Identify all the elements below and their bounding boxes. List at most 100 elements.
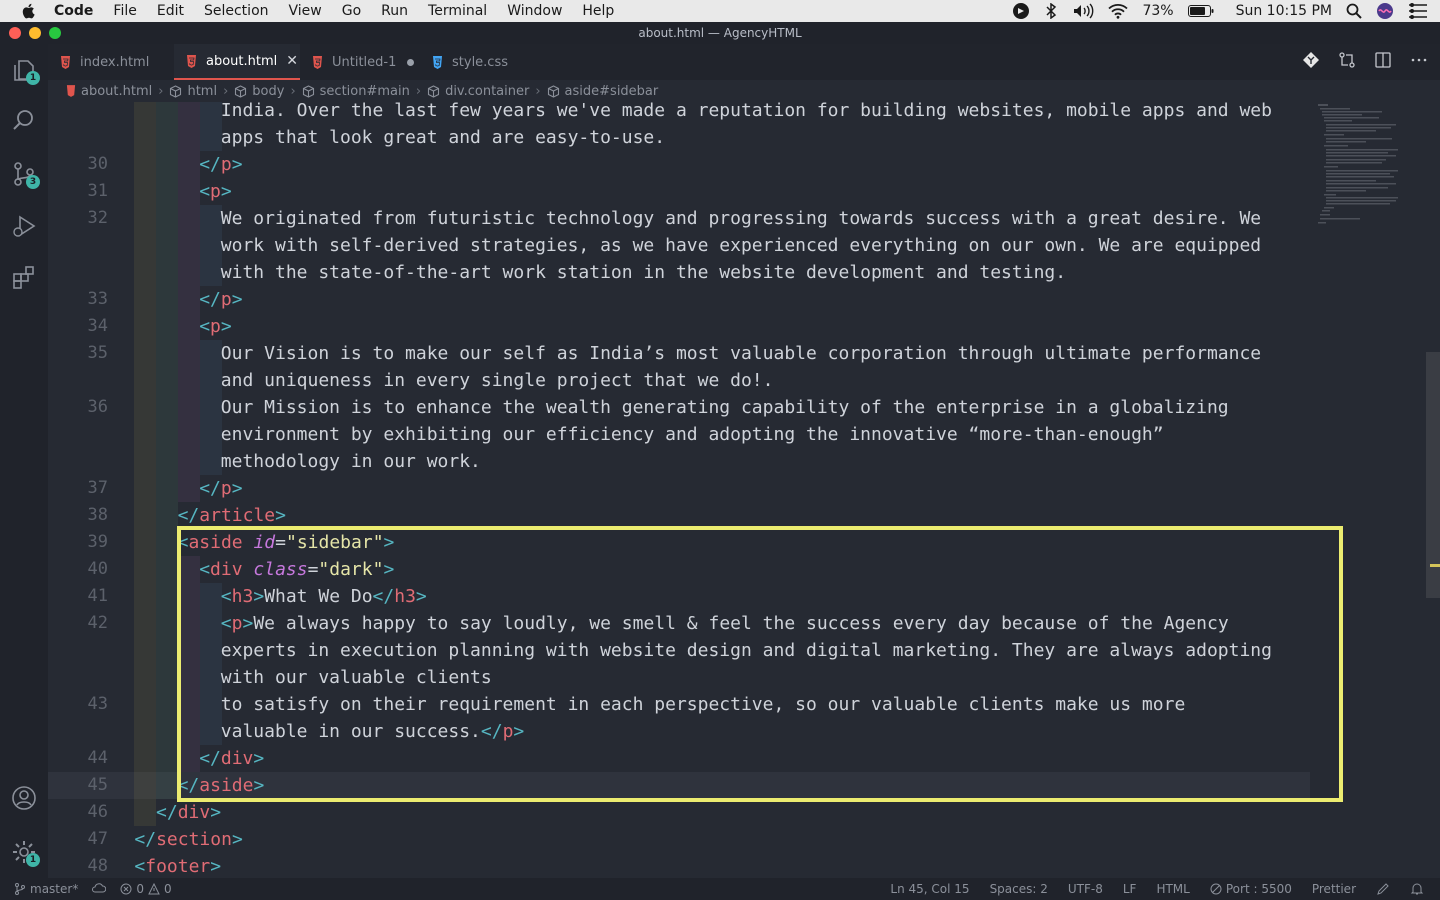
cursor-position[interactable]: Ln 45, Col 15 [890, 882, 969, 896]
menu-view[interactable]: View [289, 0, 322, 22]
breadcrumb-body[interactable]: body [234, 84, 284, 99]
live-server-status[interactable]: Port : 5500 [1210, 882, 1292, 896]
code-line[interactable]: 30 </p> [48, 151, 1310, 178]
minimap[interactable] [1316, 102, 1428, 242]
line-number: 43 [87, 694, 108, 714]
manage-settings-button[interactable]: 1 [0, 830, 48, 874]
code-line[interactable]: 48 <footer> [48, 853, 1310, 878]
line-number: 42 [87, 613, 108, 633]
run-debug-icon [13, 215, 36, 237]
compare-changes-icon[interactable] [1338, 51, 1356, 73]
line-endings[interactable]: LF [1123, 882, 1137, 896]
zoom-window-button[interactable] [49, 27, 61, 39]
siri-icon[interactable] [1376, 2, 1394, 20]
battery-icon[interactable] [1187, 5, 1214, 17]
menu-window[interactable]: Window [507, 0, 562, 22]
indent-guide [178, 394, 200, 421]
code-line[interactable]: 36 Our Mission is to enhance the wealth g… [48, 394, 1310, 421]
breadcrumb-section-main[interactable]: section#main [302, 84, 410, 99]
close-window-button[interactable] [9, 27, 21, 39]
code-line[interactable]: 35 Our Vision is to make our self as Indi… [48, 340, 1310, 367]
search-button[interactable] [0, 98, 48, 142]
timer-icon[interactable] [1012, 2, 1030, 20]
code-line[interactable]: 32 We originated from futuristic technolo… [48, 205, 1310, 232]
code-line[interactable]: environment by exhibiting our efficiency… [48, 421, 1310, 448]
explorer-button[interactable]: 1 [0, 48, 48, 92]
indent-guide [156, 583, 178, 610]
tab-untitled-1[interactable]: Untitled-1 [300, 44, 420, 80]
extensions-button[interactable] [0, 256, 48, 300]
git-open-changes-icon[interactable] [1302, 51, 1320, 73]
code-editor[interactable]: India. Over the last few years we've mad… [48, 102, 1440, 878]
control-center-icon[interactable] [1408, 3, 1428, 19]
line-code: </p> [199, 154, 243, 175]
indent-guide [156, 448, 178, 475]
code-line[interactable]: work with self-derived strategies, as we… [48, 232, 1310, 259]
code-line[interactable]: 34 <p> [48, 313, 1310, 340]
split-editor-icon[interactable] [1374, 51, 1392, 73]
menu-edit[interactable]: Edit [157, 0, 184, 22]
menu-help[interactable]: Help [582, 0, 614, 22]
language-mode[interactable]: HTML [1156, 882, 1189, 896]
line-code: </article> [177, 505, 286, 526]
tab-about-html[interactable]: about.html ✕ [174, 44, 300, 80]
code-line[interactable]: 38 </article> [48, 502, 1310, 529]
branch-status[interactable]: master* [14, 882, 78, 896]
breadcrumb-aside-sidebar[interactable]: aside#sidebar [547, 84, 658, 99]
menu-file[interactable]: File [113, 0, 136, 22]
menu-go[interactable]: Go [342, 0, 361, 22]
code-line[interactable]: 47 </section> [48, 826, 1310, 853]
chevron-right-icon: › [223, 83, 229, 99]
battery-percent[interactable]: 73% [1142, 3, 1173, 19]
unsaved-dot-icon[interactable] [407, 58, 415, 66]
code-line[interactable]: methodology in our work. [48, 448, 1310, 475]
status-bar: master* 0 0 Ln 45, Col 15 Spaces: 2 UTF-… [0, 878, 1440, 900]
sync-button[interactable] [92, 883, 107, 895]
breadcrumb-div-container[interactable]: div.container [427, 84, 529, 99]
code-line[interactable]: apps that look great and are easy-to-use… [48, 124, 1310, 151]
branch-name: master* [30, 882, 79, 896]
tab-index-html[interactable]: index.html [48, 44, 174, 80]
more-actions-icon[interactable] [1410, 51, 1428, 73]
accounts-button[interactable] [0, 776, 48, 820]
indent-guide [156, 102, 178, 124]
encoding[interactable]: UTF-8 [1068, 882, 1103, 896]
volume-icon[interactable] [1072, 3, 1094, 19]
menu-selection[interactable]: Selection [204, 0, 269, 22]
line-code: </section> [134, 829, 243, 850]
line-code: apps that look great and are easy-to-use… [220, 127, 666, 148]
source-control-button[interactable]: 3 [0, 152, 48, 196]
indent-guide [178, 124, 200, 151]
indent-guide [156, 664, 178, 691]
menu-terminal[interactable]: Terminal [428, 0, 487, 22]
apple-menu-icon[interactable] [20, 3, 36, 19]
code-line[interactable]: 37 </p> [48, 475, 1310, 502]
menu-app-name[interactable]: Code [54, 0, 93, 22]
code-line[interactable]: India. Over the last few years we've mad… [48, 102, 1310, 124]
spotlight-search-icon[interactable] [1346, 3, 1362, 19]
breadcrumb-file[interactable]: about.html [66, 84, 152, 99]
tab-style-css[interactable]: style.css [420, 44, 530, 80]
code-line[interactable]: 33 </p> [48, 286, 1310, 313]
feedback-icon[interactable] [1376, 882, 1390, 896]
code-line[interactable]: 46 </div> [48, 799, 1310, 826]
indent-guide [134, 151, 156, 178]
problems-status[interactable]: 0 0 [120, 882, 172, 896]
bluetooth-icon[interactable] [1044, 3, 1058, 19]
run-debug-button[interactable] [0, 204, 48, 248]
indent-guide [178, 102, 200, 124]
clock[interactable]: Sun 10:15 PM [1236, 3, 1332, 19]
code-line[interactable]: 31 <p> [48, 178, 1310, 205]
vertical-scrollbar[interactable] [1426, 352, 1440, 598]
indentation[interactable]: Spaces: 2 [990, 882, 1048, 896]
prettier-status[interactable]: Prettier [1312, 882, 1356, 896]
code-line[interactable]: with the state-of-the-art work station i… [48, 259, 1310, 286]
code-line[interactable]: and uniqueness in every single project t… [48, 367, 1310, 394]
notifications-bell-icon[interactable] [1410, 882, 1424, 896]
indent-guide [134, 367, 156, 394]
minimize-window-button[interactable] [29, 27, 41, 39]
close-tab-icon[interactable]: ✕ [286, 53, 298, 69]
wifi-icon[interactable] [1108, 3, 1129, 19]
breadcrumb-html[interactable]: html [169, 84, 217, 99]
menu-run[interactable]: Run [381, 0, 408, 22]
